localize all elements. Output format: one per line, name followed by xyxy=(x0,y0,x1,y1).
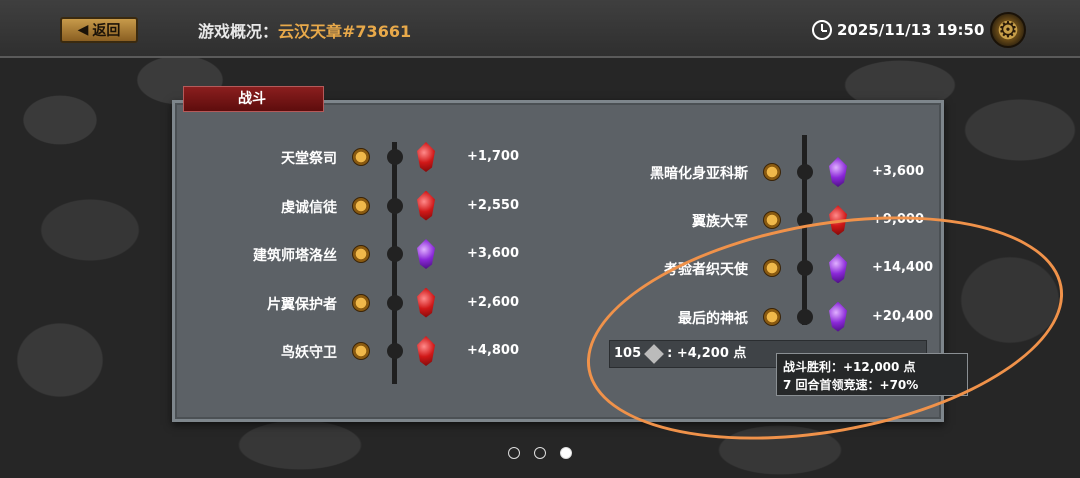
left-timeline-dot xyxy=(387,343,403,359)
right-rank-icon xyxy=(763,307,781,326)
game-name: 云汉天章#73661 xyxy=(278,22,412,41)
right-timeline-dot xyxy=(797,308,813,325)
right-points: +3,600 xyxy=(872,164,925,179)
left-points: +4,800 xyxy=(467,343,520,358)
left-timeline-dot xyxy=(387,294,403,311)
page-dot-2[interactable] xyxy=(534,447,546,459)
left-boss-label: 鸟妖守卫 xyxy=(281,345,337,361)
left-points: +3,600 xyxy=(467,246,520,261)
left-points: +2,600 xyxy=(467,294,520,310)
tooltip-line-speed: 7 回合首领竞速：+70% xyxy=(783,378,919,392)
left-timeline-dot xyxy=(387,246,403,262)
left-points: +1,700 xyxy=(467,149,520,164)
left-rank-icon xyxy=(352,148,370,166)
left-rank-icon xyxy=(352,196,370,215)
back-arrow-icon: ◀ xyxy=(77,22,89,38)
score-tooltip: 战斗胜利：+12,000 点 7 回合首领竞速：+70% xyxy=(776,353,968,396)
top-bar: ◀ 返回 游戏概况：云汉天章#73661 2025/11/13 19:50 ⚙ xyxy=(0,0,1080,58)
left-rank-icon xyxy=(352,245,370,263)
left-timeline-dot xyxy=(387,149,403,165)
left-rank-icon xyxy=(352,342,370,360)
page-title: 游戏概况：云汉天章#73661 xyxy=(198,22,412,41)
page-indicator xyxy=(508,447,572,459)
left-boss-label: 天堂祭司 xyxy=(281,151,337,167)
datetime: 2025/11/13 19:50 xyxy=(812,20,984,40)
left-points: +2,550 xyxy=(467,197,520,213)
score-count: 105 xyxy=(614,346,642,361)
left-boss-label: 建筑师塔洛丝 xyxy=(253,248,337,264)
right-boss-label: 最后的神祇 xyxy=(678,310,748,327)
right-points: +20,400 xyxy=(872,308,934,324)
right-rank-icon xyxy=(763,163,781,181)
right-points: +14,400 xyxy=(872,260,934,276)
back-button[interactable]: ◀ 返回 xyxy=(60,17,138,43)
left-timeline-dot xyxy=(387,197,403,214)
left-boss-label: 片翼保护者 xyxy=(267,296,337,313)
right-boss-label: 黑暗化身亚科斯 xyxy=(650,166,748,182)
left-boss-label: 虔诚信徒 xyxy=(281,199,337,216)
page-dot-3[interactable] xyxy=(560,447,572,459)
tab-battle[interactable]: 战斗 xyxy=(183,86,324,112)
right-boss-label: 翼族大军 xyxy=(692,214,748,231)
right-boss-label: 考验者织天使 xyxy=(664,262,748,279)
clock-icon xyxy=(812,20,832,40)
page-dot-1[interactable] xyxy=(508,447,520,459)
points-icon xyxy=(644,344,665,364)
tooltip-line-victory: 战斗胜利：+12,000 点 xyxy=(783,360,916,374)
score-points: : +4,200 点 xyxy=(667,346,747,361)
left-rank-icon xyxy=(352,293,370,312)
back-label: 返回 xyxy=(92,23,121,39)
right-timeline-dot xyxy=(797,164,813,180)
right-points: +9,000 xyxy=(872,212,925,228)
gear-icon: ⚙ xyxy=(998,17,1018,43)
settings-gear-button[interactable]: ⚙ xyxy=(990,12,1026,48)
